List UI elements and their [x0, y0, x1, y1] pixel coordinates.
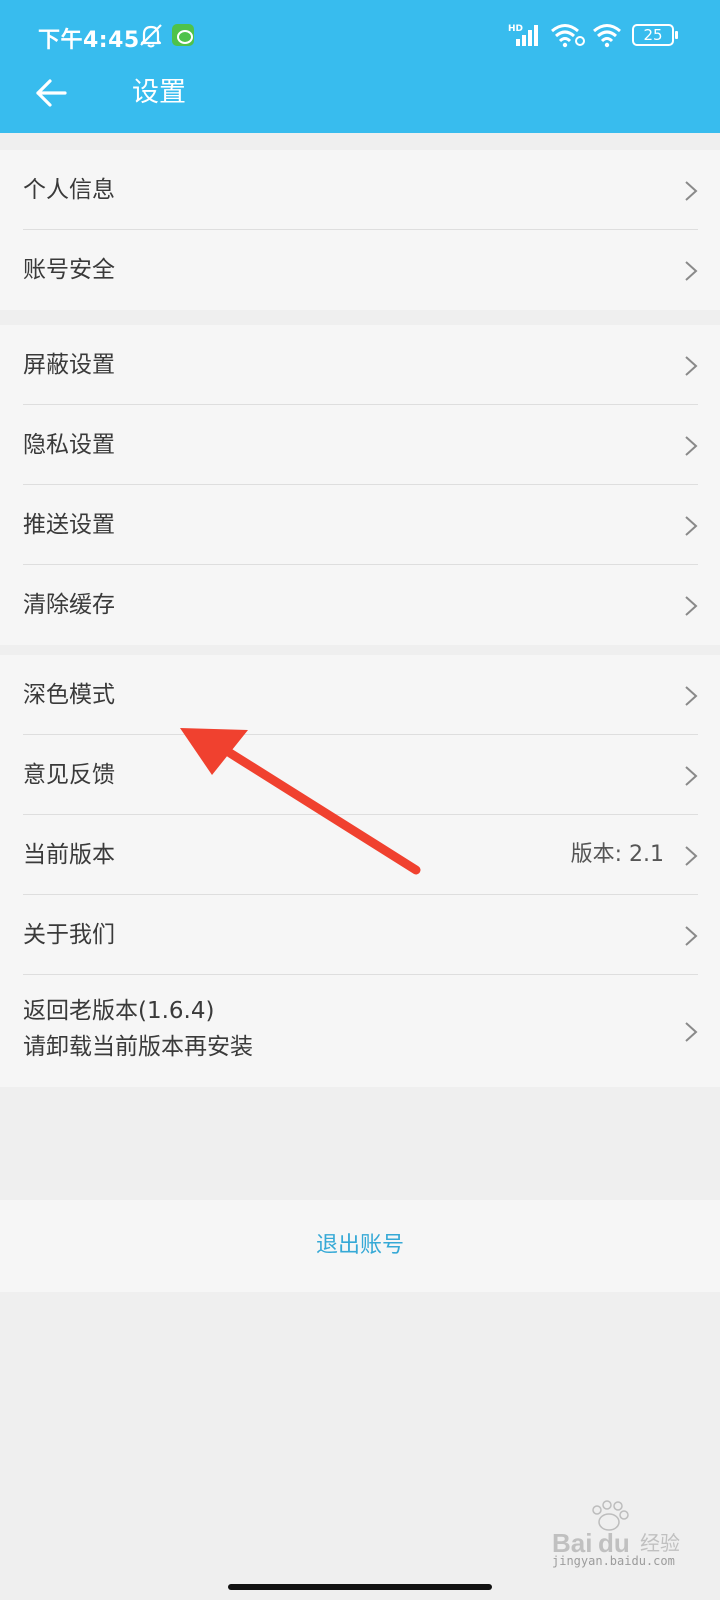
settings-item-feedback[interactable]: 意见反馈 — [0, 735, 720, 815]
chevron-right-icon — [685, 926, 698, 946]
settings-group-general: 屏蔽设置 隐私设置 推送设置 清除缓存 — [0, 325, 720, 645]
settings-item-account-security[interactable]: 账号安全 — [0, 230, 720, 310]
settings-item-about-us[interactable]: 关于我们 — [0, 895, 720, 975]
version-value: 版本: 2.1 — [570, 842, 664, 867]
chevron-right-icon — [685, 356, 698, 376]
settings-item-label: 屏蔽设置 — [23, 352, 115, 378]
settings-item-label: 意见反馈 — [23, 762, 115, 788]
settings-item-privacy-settings[interactable]: 隐私设置 — [0, 405, 720, 485]
logout-label: 退出账号 — [315, 1233, 404, 1258]
bell-off-icon — [140, 24, 162, 48]
signal-icon: HD — [508, 24, 538, 46]
status-bar: 下午4:45 HD 25 — [0, 0, 720, 70]
chevron-right-icon — [685, 1022, 698, 1042]
settings-item-label: 深色模式 — [23, 682, 115, 708]
chevron-right-icon — [685, 261, 698, 281]
status-time: 下午4:45 — [38, 28, 140, 53]
settings-group-app: 深色模式 意见反馈 当前版本 版本: 2.1 关于我们 返回老版本(1.6.4)… — [0, 655, 720, 1087]
svg-text:HD: HD — [508, 24, 523, 34]
battery-level: 25 — [643, 26, 663, 44]
settings-item-personal-info[interactable]: 个人信息 — [0, 150, 720, 230]
watermark-url: jingyan.baidu.com — [552, 1554, 675, 1568]
chevron-right-icon — [685, 686, 698, 706]
chevron-right-icon — [685, 846, 698, 866]
settings-item-old-version[interactable]: 返回老版本(1.6.4) 请卸载当前版本再安装 — [0, 975, 720, 1087]
logout-button[interactable]: 退出账号 — [0, 1200, 720, 1292]
settings-item-label: 隐私设置 — [23, 432, 115, 458]
settings-item-dark-mode[interactable]: 深色模式 — [0, 655, 720, 735]
home-indicator[interactable] — [228, 1584, 492, 1590]
settings-item-label: 推送设置 — [23, 512, 115, 538]
settings-item-label: 返回老版本(1.6.4) — [23, 998, 215, 1024]
page-title: 设置 — [132, 77, 186, 108]
svg-text:经验: 经验 — [640, 1531, 680, 1555]
chevron-right-icon — [685, 436, 698, 456]
settings-item-block-settings[interactable]: 屏蔽设置 — [0, 325, 720, 405]
back-arrow-icon[interactable] — [34, 76, 68, 110]
wifi-icon — [551, 24, 585, 48]
settings-item-label: 个人信息 — [23, 177, 115, 203]
settings-item-clear-cache[interactable]: 清除缓存 — [0, 565, 720, 645]
wifi-icon-secondary — [593, 24, 621, 48]
chevron-right-icon — [685, 181, 698, 201]
chevron-right-icon — [685, 516, 698, 536]
battery-icon: 25 — [632, 24, 678, 46]
settings-item-label: 账号安全 — [23, 257, 115, 283]
chevron-right-icon — [685, 596, 698, 616]
settings-item-current-version[interactable]: 当前版本 版本: 2.1 — [0, 815, 720, 895]
settings-group-account: 个人信息 账号安全 — [0, 150, 720, 310]
chevron-right-icon — [685, 766, 698, 786]
settings-item-sublabel: 请卸载当前版本再安装 — [23, 1034, 253, 1060]
app-header: 下午4:45 HD 25 设置 — [0, 0, 720, 133]
settings-item-label: 当前版本 — [23, 842, 115, 868]
settings-item-label: 关于我们 — [23, 922, 115, 948]
baidu-watermark-logo: Bai du 经验 — [552, 1500, 680, 1558]
app-notification-icon — [172, 24, 194, 46]
settings-item-label: 清除缓存 — [23, 592, 115, 618]
settings-item-push-settings[interactable]: 推送设置 — [0, 485, 720, 565]
